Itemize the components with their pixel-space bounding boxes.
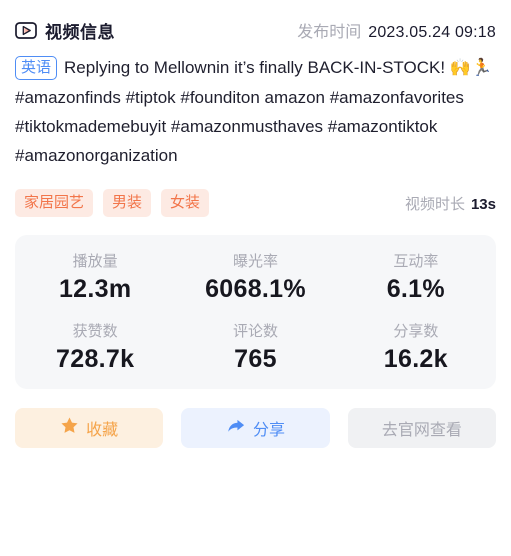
star-icon — [60, 416, 79, 440]
publish-time-value: 2023.05.24 09:18 — [368, 24, 496, 41]
favorite-button[interactable]: 收藏 — [15, 408, 164, 448]
stat-value: 12.3m — [58, 275, 132, 303]
stat-value: 16.2k — [383, 345, 448, 373]
video-play-icon — [15, 21, 37, 39]
video-duration-value: 13s — [470, 195, 496, 213]
view-official-site-button[interactable]: 去官网查看 — [347, 408, 496, 448]
category-tag-list: 家居园艺 男装 女装 — [15, 189, 210, 217]
stat-engagement-rate: 互动率 6.1% — [336, 251, 496, 305]
favorite-button-label: 收藏 — [86, 422, 119, 439]
tag-and-duration-row: 家居园艺 男装 女装 视频时长 13s — [15, 189, 496, 217]
stat-label: 分享数 — [393, 323, 439, 340]
share-button[interactable]: 分享 — [181, 408, 330, 448]
statistics-row-1: 播放量 12.3m 曝光率 6068.1% 互动率 6.1% — [15, 251, 496, 305]
statistics-row-2: 获赞数 728.7k 评论数 765 分享数 16.2k — [15, 321, 496, 375]
video-info-panel: 视频信息 发布时间 2023.05.24 09:18 英语 Replying to… — [0, 0, 511, 556]
view-official-site-label: 去官网查看 — [381, 422, 462, 439]
stat-label: 评论数 — [232, 323, 278, 340]
stat-value: 6.1% — [386, 275, 445, 303]
stat-comments: 评论数 765 — [175, 321, 335, 375]
video-description: 英语 Replying to Mellownin it’s finally BAC… — [15, 53, 496, 170]
stat-label: 互动率 — [393, 253, 439, 270]
runner-emoji-icon: 🏃 — [470, 58, 493, 78]
description-text-part-1: Replying to Mellownin it’s finally BACK-… — [64, 58, 450, 77]
stat-likes: 获赞数 728.7k — [15, 321, 175, 375]
panel-header: 视频信息 发布时间 2023.05.24 09:18 — [15, 0, 496, 46]
header-left-group: 视频信息 — [15, 18, 115, 43]
category-tag[interactable]: 女装 — [161, 189, 210, 217]
share-arrow-icon — [226, 417, 246, 440]
stat-exposure-rate: 曝光率 6068.1% — [175, 251, 335, 305]
category-tag[interactable]: 家居园艺 — [15, 189, 94, 217]
stat-value: 765 — [234, 345, 277, 373]
stat-label: 播放量 — [72, 253, 118, 270]
video-duration-label: 视频时长 — [404, 195, 465, 213]
share-button-label: 分享 — [252, 422, 285, 439]
stat-value: 6068.1% — [205, 275, 306, 303]
publish-time-label: 发布时间 — [297, 24, 362, 41]
stat-value: 728.7k — [56, 345, 135, 373]
stat-shares: 分享数 16.2k — [336, 321, 496, 375]
language-badge: 英语 — [15, 56, 58, 80]
action-button-row: 收藏 分享 去官网查看 — [15, 408, 496, 448]
raising-hands-emoji-icon: 🙌 — [449, 58, 471, 78]
stat-label: 曝光率 — [232, 253, 278, 270]
description-text-part-2: #amazonfinds #tiptok #founditon amazon #… — [15, 88, 464, 165]
page-title: 视频信息 — [45, 22, 115, 42]
stat-label: 获赞数 — [72, 323, 118, 340]
category-tag[interactable]: 男装 — [103, 189, 152, 217]
video-duration: 视频时长 13s — [405, 193, 496, 214]
publish-time: 发布时间 2023.05.24 09:18 — [297, 18, 496, 42]
stat-plays: 播放量 12.3m — [15, 251, 175, 305]
statistics-card: 播放量 12.3m 曝光率 6068.1% 互动率 6.1% 获赞数 728.7… — [15, 235, 496, 389]
